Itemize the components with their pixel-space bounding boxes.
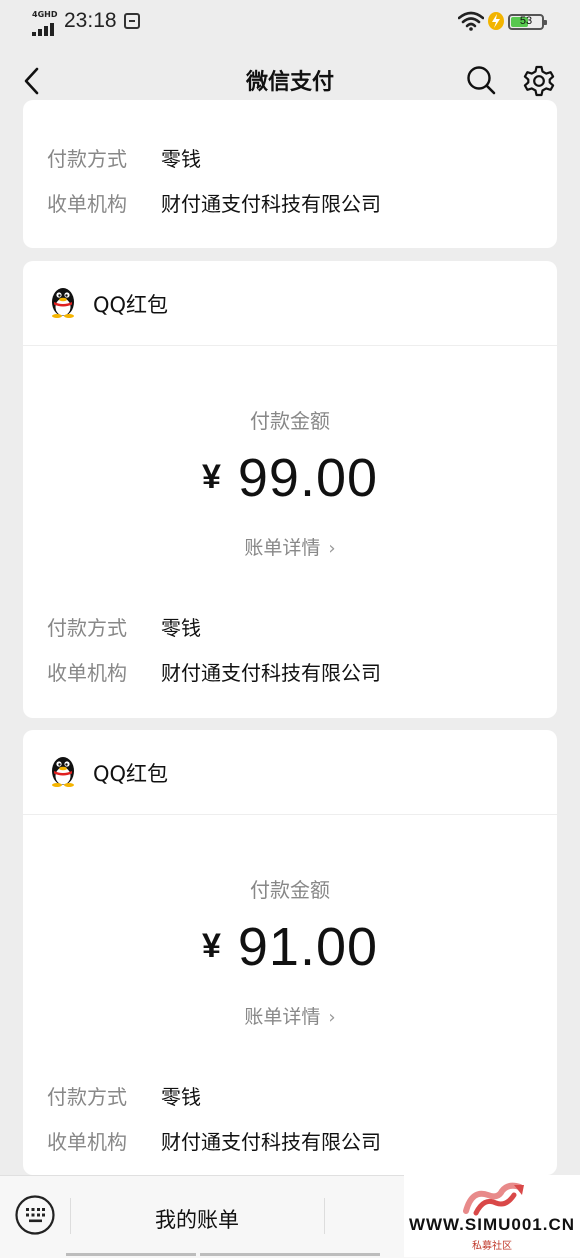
- merchant-name: QQ红包: [93, 293, 169, 317]
- divider: [200, 1253, 380, 1256]
- merchant-row: 收单机构 财付通支付科技有限公司: [47, 657, 381, 686]
- currency-symbol: ¥: [201, 458, 222, 496]
- merchant-label: 收单机构: [47, 192, 127, 216]
- notification-app-icon: [124, 13, 140, 29]
- watermark-site: WWW.SIMU001.CN: [408, 1215, 576, 1234]
- battery-icon: 53: [508, 14, 547, 30]
- my-bill-button[interactable]: 我的账单: [70, 1204, 324, 1234]
- transaction-card-partial: 付款方式 零钱 收单机构 财付通支付科技有限公司: [23, 100, 557, 248]
- keyboard-icon[interactable]: [14, 1194, 56, 1236]
- merchant-name: QQ红包: [93, 762, 169, 786]
- pay-method-label: 付款方式: [47, 147, 127, 171]
- pay-method-value: 零钱: [161, 616, 201, 640]
- chevron-right-icon: ›: [328, 1007, 336, 1028]
- bill-detail-link[interactable]: 账单详情 ›: [23, 533, 557, 560]
- amount-value: 91.00: [237, 917, 379, 977]
- transaction-card: QQ红包 付款金额 ¥91.00 账单详情 › 付款方式 零钱 收单机构 财付通支付科…: [23, 730, 557, 1175]
- merchant-row: 收单机构 财付通支付科技有限公司: [47, 1126, 381, 1155]
- amount: ¥99.00: [23, 447, 557, 509]
- wifi-icon: [458, 11, 484, 31]
- pay-method-row: 付款方式 零钱: [47, 143, 201, 172]
- bill-detail-label: 账单详情: [244, 1006, 321, 1028]
- amount-label: 付款金额: [250, 409, 330, 433]
- bill-detail-link[interactable]: 账单详情 ›: [23, 1002, 557, 1029]
- gear-icon[interactable]: [522, 64, 556, 98]
- watermark-sub: 私募社区: [472, 1241, 512, 1252]
- divider: [66, 1253, 196, 1256]
- amount: ¥91.00: [23, 916, 557, 978]
- battery-level: 53: [519, 15, 533, 27]
- chevron-right-icon: ›: [328, 538, 336, 559]
- network-type: 4GHD: [32, 10, 58, 19]
- card-header: QQ红包: [23, 730, 557, 815]
- status-time: 23:18: [64, 9, 117, 32]
- pay-method-value: 零钱: [161, 1085, 201, 1109]
- pay-method-label: 付款方式: [47, 1085, 127, 1109]
- currency-symbol: ¥: [201, 927, 222, 965]
- merchant-value: 财付通支付科技有限公司: [161, 1130, 381, 1154]
- merchant-label: 收单机构: [47, 661, 127, 685]
- transaction-card: QQ红包 付款金额 ¥99.00 账单详情 › 付款方式 零钱 收单机构 财付通支付科…: [23, 261, 557, 718]
- merchant-value: 财付通支付科技有限公司: [161, 661, 381, 685]
- pay-method-row: 付款方式 零钱: [47, 612, 201, 641]
- card-header: QQ红包: [23, 261, 557, 346]
- pay-method-value: 零钱: [161, 147, 201, 171]
- merchant-label: 收单机构: [47, 1130, 127, 1154]
- status-bar: 4GHD 23:18 53: [0, 0, 580, 46]
- divider: [324, 1198, 325, 1234]
- amount-label: 付款金额: [250, 878, 330, 902]
- qq-penguin-icon: [52, 757, 74, 787]
- pay-method-label: 付款方式: [47, 616, 127, 640]
- watermark: WWW.SIMU001.CN 私募社区: [404, 1175, 580, 1257]
- merchant-row: 收单机构 财付通支付科技有限公司: [47, 188, 381, 217]
- charging-icon: [488, 12, 504, 30]
- qq-penguin-icon: [52, 288, 74, 318]
- pay-method-row: 付款方式 零钱: [47, 1081, 201, 1110]
- watermark-logo-icon: [463, 1182, 524, 1216]
- merchant-value: 财付通支付科技有限公司: [161, 192, 381, 216]
- bill-detail-label: 账单详情: [244, 537, 321, 559]
- amount-value: 99.00: [237, 448, 379, 508]
- search-icon[interactable]: [465, 64, 497, 96]
